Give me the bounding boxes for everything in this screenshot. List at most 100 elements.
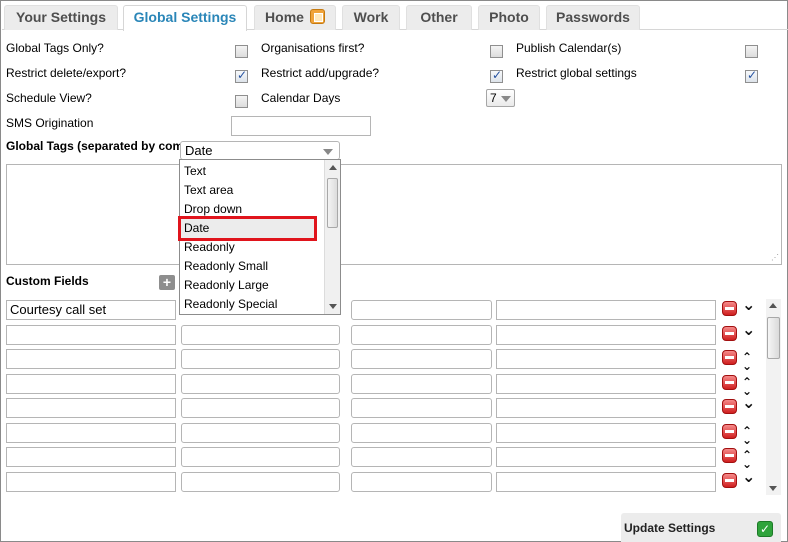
custom-fields-scrollbar[interactable]: [766, 299, 781, 495]
custom-field-value-input[interactable]: [496, 300, 716, 320]
option-readonly-small[interactable]: Readonly Small: [184, 257, 322, 276]
dropdown-scroll-thumb[interactable]: [327, 178, 338, 228]
checkmark-icon[interactable]: ✓: [757, 521, 773, 537]
restrict-add-upgrade-checkbox[interactable]: [490, 68, 503, 83]
custom-field-value-input[interactable]: [496, 349, 716, 369]
organisations-first-label: Organisations first?: [261, 41, 365, 55]
reorder-icon[interactable]: ⌄: [742, 322, 755, 338]
custom-field-type-select[interactable]: [181, 374, 340, 394]
tab-bar: Your Settings Global Settings Home Work …: [2, 2, 788, 31]
publish-calendar-checkbox[interactable]: [745, 45, 758, 58]
delete-row-icon[interactable]: [722, 375, 737, 390]
publish-calendar-label: Publish Calendar(s): [516, 41, 622, 55]
custom-field-type-select[interactable]: [181, 447, 340, 467]
custom-field-value-input[interactable]: [496, 472, 716, 492]
custom-field-extra-select[interactable]: [351, 423, 492, 443]
restrict-global-settings-checkbox[interactable]: [745, 68, 758, 83]
option-text[interactable]: Text: [184, 162, 322, 181]
organisations-first-checkbox[interactable]: [490, 45, 503, 58]
scroll-up-icon[interactable]: [329, 165, 337, 170]
delete-row-icon[interactable]: [722, 448, 737, 463]
sms-origination-input[interactable]: [231, 116, 371, 136]
custom-field-extra-select[interactable]: [351, 349, 492, 369]
reorder-icon[interactable]: ⌄: [742, 395, 755, 411]
reorder-icon[interactable]: ⌄: [742, 469, 755, 485]
calendar-days-select[interactable]: 7: [486, 89, 515, 107]
tab-your-settings[interactable]: Your Settings: [4, 5, 118, 30]
delete-row-icon[interactable]: [722, 473, 737, 488]
custom-field-extra-select[interactable]: [351, 398, 492, 418]
custom-field-value-input[interactable]: [496, 398, 716, 418]
custom-field-value-input[interactable]: [496, 423, 716, 443]
restrict-delete-export-label: Restrict delete/export?: [6, 66, 127, 80]
custom-fields-label: Custom Fields: [6, 274, 89, 288]
global-tags-only-checkbox[interactable]: [235, 45, 248, 58]
restrict-delete-export-checkbox[interactable]: [235, 68, 248, 83]
delete-row-icon[interactable]: [722, 350, 737, 365]
custom-field-type-select[interactable]: [181, 398, 340, 418]
custom-field-name-input[interactable]: Courtesy call set: [6, 300, 176, 320]
custom-fields-scroll-thumb[interactable]: [767, 317, 780, 359]
custom-field-name-input[interactable]: [6, 374, 176, 394]
sms-origination-label: SMS Origination: [6, 116, 94, 130]
tab-global-settings[interactable]: Global Settings: [123, 5, 247, 31]
custom-field-name-input[interactable]: [6, 398, 176, 418]
tab-home[interactable]: Home: [254, 5, 336, 30]
restrict-global-settings-label: Restrict global settings: [516, 66, 637, 80]
delete-row-icon[interactable]: [722, 301, 737, 316]
resize-grip-icon[interactable]: ⋰: [771, 254, 779, 262]
highlight-box: [178, 216, 317, 241]
settings-window: Your Settings Global Settings Home Work …: [0, 0, 788, 542]
option-readonly-special[interactable]: Readonly Special: [184, 295, 322, 314]
reorder-icon[interactable]: ⌃ ⌄: [742, 351, 752, 372]
custom-field-value-input[interactable]: [496, 374, 716, 394]
calendar-days-value: 7: [490, 91, 497, 105]
tab-work[interactable]: Work: [342, 5, 400, 30]
custom-field-name-input[interactable]: [6, 349, 176, 369]
scroll-down-icon[interactable]: [329, 304, 337, 309]
calendar-days-label: Calendar Days: [261, 91, 341, 105]
scroll-down-icon[interactable]: [769, 486, 777, 491]
custom-field-extra-select[interactable]: [351, 472, 492, 492]
custom-field-extra-select[interactable]: [351, 325, 492, 345]
chevron-down-icon: [501, 96, 511, 102]
custom-field-name-input[interactable]: [6, 423, 176, 443]
custom-field-name-input[interactable]: [6, 472, 176, 492]
move-down-icon[interactable]: ⌄: [742, 297, 755, 313]
custom-field-type-select[interactable]: [181, 349, 340, 369]
custom-field-type-select[interactable]: [181, 325, 340, 345]
dropdown-scrollbar[interactable]: [324, 160, 340, 314]
option-readonly-large[interactable]: Readonly Large: [184, 276, 322, 295]
custom-field-value-input[interactable]: [496, 447, 716, 467]
tab-photo[interactable]: Photo: [478, 5, 540, 30]
update-settings-button[interactable]: Update Settings: [624, 521, 715, 535]
custom-field-name-input[interactable]: [6, 325, 176, 345]
schedule-view-checkbox[interactable]: [235, 95, 248, 108]
field-type-selected: Date: [185, 143, 213, 158]
global-tags-only-label: Global Tags Only?: [6, 41, 104, 55]
chevron-down-icon: [323, 149, 333, 155]
custom-field-name-input[interactable]: [6, 447, 176, 467]
custom-field-type-select[interactable]: [181, 423, 340, 443]
field-type-select[interactable]: Date: [180, 141, 340, 160]
tab-home-label: Home: [265, 9, 304, 25]
custom-field-extra-select[interactable]: [351, 374, 492, 394]
edit-icon: [309, 9, 325, 24]
add-field-icon[interactable]: +: [159, 275, 175, 290]
scroll-up-icon[interactable]: [769, 303, 777, 308]
global-tags-label: Global Tags (separated by com: [6, 139, 180, 153]
reorder-icon[interactable]: ⌃ ⌄: [742, 425, 752, 446]
custom-field-extra-select[interactable]: [351, 447, 492, 467]
delete-row-icon[interactable]: [722, 326, 737, 341]
tab-passwords[interactable]: Passwords: [546, 5, 640, 30]
schedule-view-label: Schedule View?: [6, 91, 92, 105]
global-tags-textarea[interactable]: ⋰: [6, 164, 782, 265]
custom-field-value-input[interactable]: [496, 325, 716, 345]
tab-other[interactable]: Other: [406, 5, 472, 30]
delete-row-icon[interactable]: [722, 424, 737, 439]
restrict-add-upgrade-label: Restrict add/upgrade?: [261, 66, 380, 80]
option-text-area[interactable]: Text area: [184, 181, 322, 200]
delete-row-icon[interactable]: [722, 399, 737, 414]
custom-field-extra-select[interactable]: [351, 300, 492, 320]
custom-field-type-select[interactable]: [181, 472, 340, 492]
